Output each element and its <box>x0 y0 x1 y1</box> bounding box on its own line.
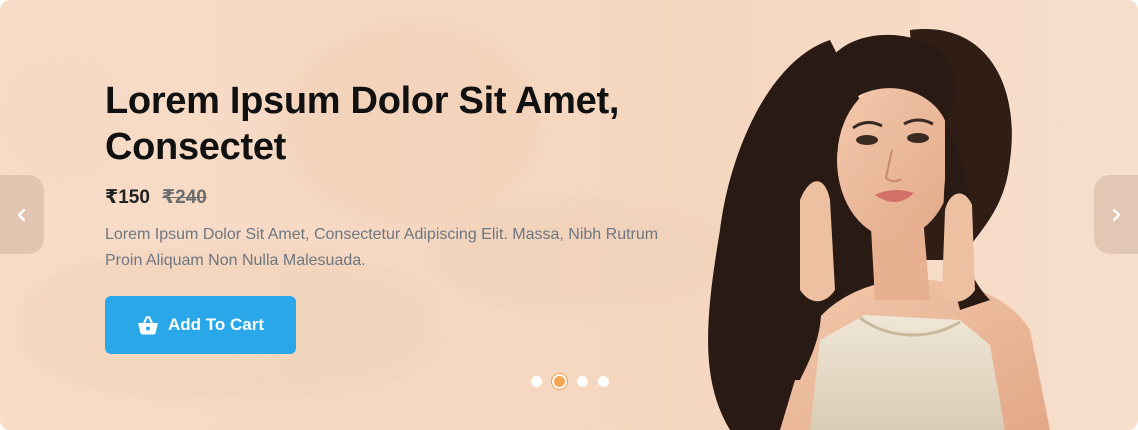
banner-title: Lorem Ipsum Dolor Sit Amet, Consectet <box>105 78 705 170</box>
model-photo <box>708 29 1050 430</box>
next-slide-button[interactable] <box>1094 175 1138 254</box>
pagination-dot[interactable] <box>531 376 542 387</box>
banner-content: Lorem Ipsum Dolor Sit Amet, Consectet ₹1… <box>105 78 705 274</box>
pagination-dot-active[interactable] <box>552 374 567 389</box>
price-block: ₹150 ₹240 <box>105 186 705 209</box>
current-price: ₹150 <box>105 187 150 208</box>
basket-icon <box>137 316 158 335</box>
background-blur-shape <box>0 60 120 180</box>
pagination-dot[interactable] <box>598 376 609 387</box>
previous-slide-button[interactable] <box>0 175 44 254</box>
hero-slider: Lorem Ipsum Dolor Sit Amet, Consectet ₹1… <box>0 0 1138 430</box>
slide-pagination <box>531 374 609 389</box>
chevron-right-icon <box>1112 208 1121 221</box>
pagination-dot[interactable] <box>577 376 588 387</box>
banner-title-line1: Lorem Ipsum Dolor Sit Amet, <box>105 80 620 122</box>
banner-title-line2: Consectet <box>105 126 287 168</box>
banner-description: Lorem Ipsum Dolor Sit Amet, Consectetur … <box>105 226 659 269</box>
add-to-cart-button[interactable]: Add To Cart <box>105 296 296 354</box>
add-to-cart-label: Add To Cart <box>167 315 264 334</box>
original-price: ₹240 <box>161 187 207 208</box>
chevron-left-icon <box>17 208 26 221</box>
